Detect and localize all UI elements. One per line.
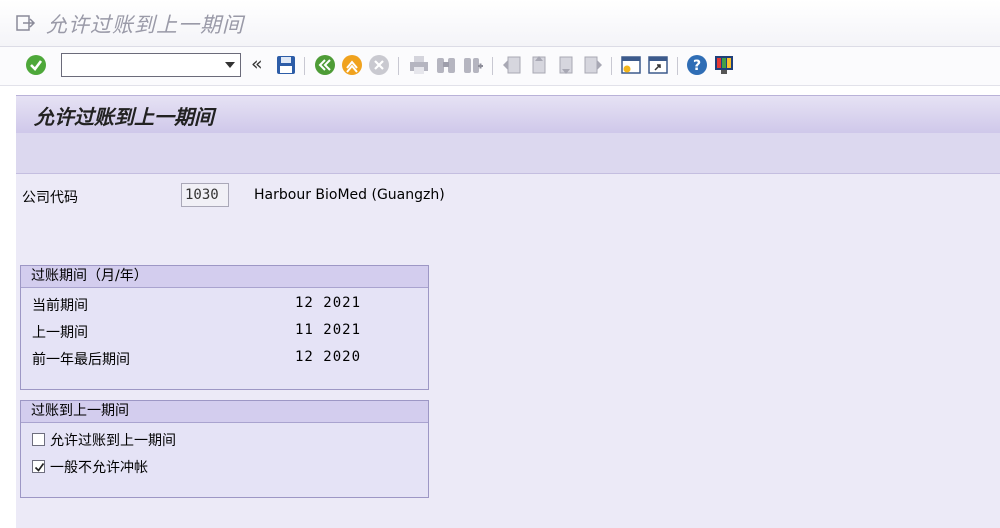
- command-input[interactable]: [66, 55, 220, 77]
- current-period-value: 12 2021: [295, 295, 362, 311]
- command-history-chevron[interactable]: «: [251, 53, 263, 75]
- toolbar-separator: [398, 57, 399, 75]
- cancel-icon[interactable]: [368, 54, 390, 76]
- standard-toolbar: « ?: [0, 47, 1000, 86]
- save-icon[interactable]: [275, 54, 297, 76]
- generate-shortcut-icon[interactable]: [647, 54, 669, 76]
- toolbar-separator: [492, 57, 493, 75]
- customize-layout-icon[interactable]: [713, 54, 735, 76]
- svg-text:?: ?: [693, 58, 701, 74]
- exit-icon[interactable]: [341, 54, 363, 76]
- allow-posting-checkbox[interactable]: [32, 433, 45, 446]
- last-period-prior-year-value: 12 2020: [295, 349, 362, 365]
- company-code-field[interactable]: 1030: [181, 183, 229, 207]
- command-dropdown-icon[interactable]: [225, 62, 235, 68]
- toolbar-separator: [611, 57, 612, 75]
- window-title: 允许过账到上一期间: [46, 13, 244, 37]
- no-reversal-label: 一般不允许冲帐: [50, 460, 148, 476]
- command-field[interactable]: [61, 53, 241, 77]
- print-icon[interactable]: [408, 54, 430, 76]
- group-title: 过账期间（月/年）: [21, 266, 428, 288]
- application-toolbar: [16, 133, 1000, 174]
- screen-header: 允许过账到上一期间: [16, 95, 1000, 134]
- previous-period-label: 上一期间: [32, 325, 88, 341]
- toolbar-separator: [304, 57, 305, 75]
- first-page-icon[interactable]: [501, 54, 523, 76]
- enter-icon[interactable]: [25, 54, 47, 76]
- last-period-prior-year-label: 前一年最后期间: [32, 352, 130, 368]
- no-reversal-checkbox[interactable]: [32, 460, 45, 473]
- help-icon[interactable]: ?: [686, 54, 708, 76]
- find-icon[interactable]: [435, 54, 457, 76]
- previous-page-icon[interactable]: [528, 54, 550, 76]
- company-name: Harbour BioMed (Guangzh): [254, 187, 445, 203]
- last-page-icon[interactable]: [582, 54, 604, 76]
- toolbar-separator: [677, 57, 678, 75]
- next-page-icon[interactable]: [555, 54, 577, 76]
- find-next-icon[interactable]: [462, 54, 484, 76]
- previous-period-value: 11 2021: [295, 322, 362, 338]
- company-code-label: 公司代码: [22, 190, 78, 206]
- allow-posting-label: 允许过账到上一期间: [50, 433, 176, 449]
- screen-title: 允许过账到上一期间: [34, 105, 214, 129]
- title-bar: 允许过账到上一期间: [0, 0, 1000, 47]
- checkmark-icon: [34, 463, 45, 472]
- exit-screen-icon[interactable]: [14, 12, 36, 34]
- create-session-icon[interactable]: [620, 54, 642, 76]
- group-title: 过账到上一期间: [21, 401, 428, 423]
- current-period-label: 当前期间: [32, 298, 88, 314]
- back-icon[interactable]: [314, 54, 336, 76]
